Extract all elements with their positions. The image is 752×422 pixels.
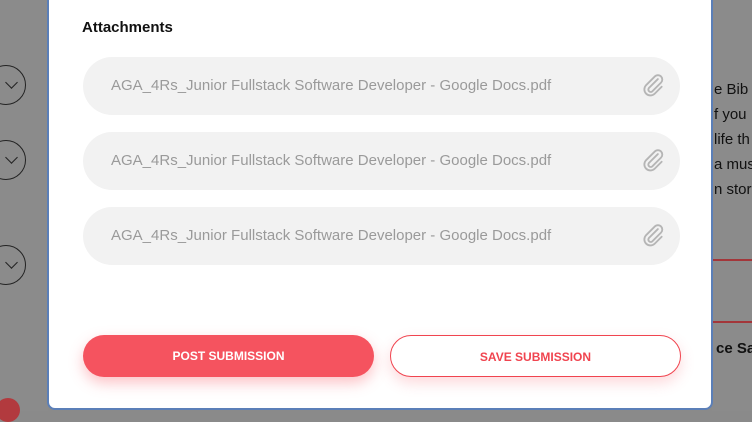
post-submission-button[interactable]: POST SUBMISSION xyxy=(83,335,374,377)
attachment-filename: AGA_4Rs_Junior Fullstack Software Develo… xyxy=(111,152,552,169)
background-divider xyxy=(712,321,752,323)
attachment-item[interactable]: AGA_4Rs_Junior Fullstack Software Develo… xyxy=(83,132,680,190)
background-red-dot xyxy=(0,398,20,422)
paperclip-icon[interactable] xyxy=(640,71,666,99)
background-left-panel xyxy=(0,0,48,422)
paperclip-icon[interactable] xyxy=(640,146,666,174)
submission-modal: Attachments AGA_4Rs_Junior Fullstack Sof… xyxy=(47,0,713,410)
chevron-circle-icon xyxy=(0,245,26,285)
attachment-filename: AGA_4Rs_Junior Fullstack Software Develo… xyxy=(111,227,552,244)
background-divider xyxy=(712,259,752,261)
background-text: n stor xyxy=(714,181,752,198)
background-text: life th xyxy=(714,131,750,148)
attachments-heading: Attachments xyxy=(82,19,173,36)
attachment-filename: AGA_4Rs_Junior Fullstack Software Develo… xyxy=(111,77,552,94)
background-right-panel: e Bib f you life th a mus n stor ce Sa xyxy=(712,0,752,411)
chevron-circle-icon xyxy=(0,65,26,105)
paperclip-icon[interactable] xyxy=(640,221,666,249)
attachment-item[interactable]: AGA_4Rs_Junior Fullstack Software Develo… xyxy=(83,207,680,265)
background-heading: ce Sa xyxy=(716,340,752,357)
save-submission-button[interactable]: SAVE SUBMISSION xyxy=(390,335,681,377)
chevron-circle-icon xyxy=(0,140,26,180)
background-text: f you xyxy=(714,106,747,123)
background-text: a mus xyxy=(714,156,752,173)
background-text: e Bib xyxy=(714,81,749,98)
attachment-item[interactable]: AGA_4Rs_Junior Fullstack Software Develo… xyxy=(83,57,680,115)
